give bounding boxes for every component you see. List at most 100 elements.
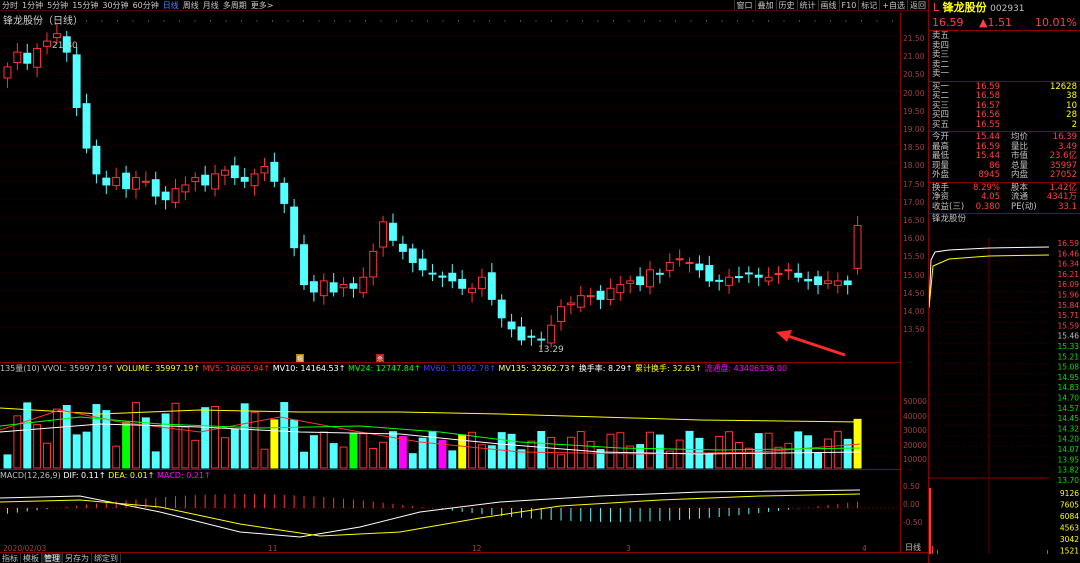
candle-body[interactable] — [309, 281, 318, 293]
candle-body[interactable] — [122, 172, 131, 190]
candle-body[interactable] — [655, 272, 664, 275]
candle-body[interactable] — [23, 52, 32, 64]
candle-body[interactable] — [230, 165, 239, 179]
tool-button-5[interactable]: F10 — [838, 0, 859, 10]
candle-body[interactable] — [576, 295, 585, 308]
candle-body[interactable] — [290, 206, 299, 249]
candle-body[interactable] — [280, 182, 289, 204]
candle-body[interactable] — [853, 225, 862, 269]
candle-body[interactable] — [359, 276, 368, 294]
candle-body[interactable] — [339, 284, 348, 289]
candle-body[interactable] — [794, 272, 803, 278]
candle-body[interactable] — [181, 184, 190, 193]
candle-body[interactable] — [191, 177, 200, 183]
candle-body[interactable] — [823, 280, 832, 284]
period-tab-6[interactable]: 日线 — [161, 0, 181, 10]
candle-body[interactable] — [260, 166, 269, 174]
volume-indicator-bar[interactable]: 135量(10) VVOL: 35997.19↑ VOLUME: 35997.1… — [0, 363, 900, 374]
tool-button-8[interactable]: 返回 — [907, 0, 928, 10]
candle-body[interactable] — [537, 338, 546, 341]
candle-body[interactable] — [497, 299, 506, 319]
tool-button-6[interactable]: 标记 — [858, 0, 879, 10]
bottom-tab-4[interactable]: 绑定到 — [92, 553, 121, 563]
period-tab-3[interactable]: 15分钟 — [70, 0, 100, 10]
period-tab-5[interactable]: 60分钟 — [131, 0, 161, 10]
candle-body[interactable] — [586, 295, 595, 298]
candle-body[interactable] — [507, 321, 516, 330]
candle-body[interactable] — [487, 272, 496, 300]
candle-body[interactable] — [33, 47, 42, 68]
period-tab-9[interactable]: 多周期 — [221, 0, 249, 10]
candle-body[interactable] — [250, 173, 259, 187]
macd-indicator-bar[interactable]: MACD(12,26,9) DIF: 0.11↑ DEA: 0.01↑ MACD… — [0, 470, 900, 481]
candle-body[interactable] — [477, 276, 486, 290]
bottom-tab-3[interactable]: 另存为 — [63, 553, 92, 563]
candle-body[interactable] — [220, 169, 229, 176]
candle-body[interactable] — [448, 272, 457, 282]
candle-body[interactable] — [774, 273, 783, 276]
candle-body[interactable] — [72, 54, 81, 108]
bottom-tab-0[interactable]: 指标 — [0, 553, 21, 563]
candle-body[interactable] — [596, 290, 605, 300]
candle-body[interactable] — [458, 278, 467, 289]
candle-body[interactable] — [547, 324, 556, 344]
candle-body[interactable] — [389, 222, 397, 241]
period-tab-0[interactable]: 分时 — [0, 0, 20, 10]
candle-body[interactable] — [43, 40, 51, 47]
candle-body[interactable] — [369, 250, 378, 278]
candle-body[interactable] — [151, 179, 160, 197]
candle-body[interactable] — [438, 275, 447, 278]
candle-body[interactable] — [675, 258, 684, 261]
candle-body[interactable] — [428, 272, 437, 275]
candle-body[interactable] — [705, 265, 714, 282]
candle-body[interactable] — [764, 276, 773, 282]
candle-body[interactable] — [814, 276, 822, 286]
period-tab-2[interactable]: 5分钟 — [45, 0, 70, 10]
tool-button-7[interactable]: +自选 — [879, 0, 907, 10]
candle-body[interactable] — [566, 302, 575, 306]
candle-body[interactable] — [833, 280, 842, 286]
period-tab-8[interactable]: 月线 — [201, 0, 221, 10]
candle-body[interactable] — [606, 287, 615, 300]
candle-body[interactable] — [646, 269, 654, 288]
candle-body[interactable] — [201, 174, 210, 186]
tool-button-2[interactable]: 历史 — [775, 0, 797, 10]
candle-body[interactable] — [685, 261, 694, 264]
tool-button-0[interactable]: 窗口 — [733, 0, 755, 10]
candle-body[interactable] — [843, 280, 852, 286]
candle-body[interactable] — [418, 258, 427, 271]
tool-button-3[interactable]: 统计 — [796, 0, 818, 10]
candle-body[interactable] — [379, 221, 388, 248]
candle-body[interactable] — [616, 284, 625, 294]
candle-body[interactable] — [695, 263, 704, 271]
candle-body[interactable] — [52, 33, 61, 39]
tool-button-1[interactable]: 叠加 — [754, 0, 776, 10]
candle-body[interactable] — [132, 177, 140, 190]
candle-body[interactable] — [329, 282, 338, 293]
period-tab-10[interactable]: 更多> — [249, 0, 276, 10]
candle-body[interactable] — [349, 283, 358, 289]
candle-body[interactable] — [13, 51, 22, 64]
candle-body[interactable] — [754, 274, 763, 278]
candle-body[interactable] — [211, 173, 220, 190]
period-tab-1[interactable]: 1分钟 — [20, 0, 45, 10]
candle-body[interactable] — [82, 103, 91, 149]
candle-body[interactable] — [171, 188, 180, 203]
candle-body[interactable] — [744, 272, 753, 275]
candle-body[interactable] — [270, 161, 279, 182]
candle-body[interactable] — [161, 191, 170, 201]
candle-body[interactable] — [665, 261, 674, 271]
candle-body[interactable] — [112, 177, 121, 187]
candle-body[interactable] — [102, 177, 111, 186]
candle-body[interactable] — [398, 243, 407, 252]
candle-body[interactable] — [3, 66, 12, 79]
candle-body[interactable] — [636, 276, 645, 286]
candle-body[interactable] — [784, 269, 793, 272]
candle-body[interactable] — [468, 287, 477, 294]
candle-body[interactable] — [141, 180, 150, 183]
tool-button-4[interactable]: 画线 — [817, 0, 839, 10]
candle-body[interactable] — [408, 248, 417, 263]
candle-body[interactable] — [804, 278, 813, 282]
candle-body[interactable] — [626, 280, 635, 284]
candle-body[interactable] — [734, 276, 743, 279]
